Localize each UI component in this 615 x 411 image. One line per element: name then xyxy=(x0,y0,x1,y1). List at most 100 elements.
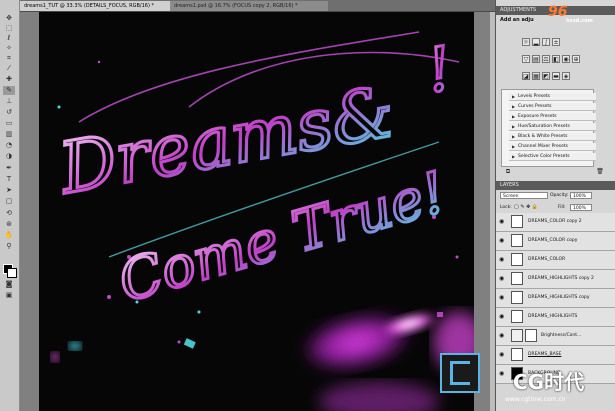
gradient-tool-icon[interactable]: ▥ xyxy=(3,130,15,139)
cgtime-logo-icon xyxy=(440,353,480,393)
visibility-eye-icon[interactable]: ◉ xyxy=(499,351,506,358)
preset-levels[interactable]: ▶ Levels Presets xyxy=(509,93,596,101)
layer-row[interactable]: ◉ DREAMS_COLOR copy xyxy=(496,232,615,251)
layers-panel-header[interactable]: LAYERS xyxy=(496,181,615,190)
marquee-tool-icon[interactable]: ⬚ xyxy=(3,24,15,33)
layer-name: DREAMS_HIGHLIGHTS xyxy=(528,314,578,319)
hue-saturation-icon[interactable]: ▤ xyxy=(532,55,540,63)
clone-stamp-tool-icon[interactable]: ⊥ xyxy=(3,97,15,106)
black-white-icon[interactable]: ◧ xyxy=(552,55,560,63)
eyedropper-tool-icon[interactable]: ⁄ xyxy=(3,64,15,73)
layer-row[interactable]: ◉ DREAMS_COLOR xyxy=(496,251,615,270)
visibility-eye-icon[interactable]: ◉ xyxy=(499,370,506,377)
shape-tool-icon[interactable]: ▢ xyxy=(3,197,15,206)
visibility-eye-icon[interactable]: ◉ xyxy=(499,275,506,282)
background-color-swatch[interactable] xyxy=(7,268,17,278)
photo-filter-icon[interactable]: ◉ xyxy=(562,55,570,63)
layer-mask-thumbnail xyxy=(525,329,537,342)
levels-icon[interactable]: ▂ xyxy=(532,38,540,46)
lock-label: Lock: xyxy=(500,205,512,210)
tab-dreams1-psd[interactable]: dreams1.psd @ 16.7% (FOCUS copy 2, RGB/1… xyxy=(170,1,328,11)
visibility-eye-icon[interactable]: ◉ xyxy=(499,294,506,301)
3d-orbit-tool-icon[interactable]: ⊛ xyxy=(3,220,15,229)
visibility-eye-icon[interactable]: ◉ xyxy=(499,237,506,244)
layer-row[interactable]: ◉ DREAMS_HIGHLIGHTS copy xyxy=(496,289,615,308)
tab-dreams1-tut[interactable]: dreams1_TUT @ 33.3% (DETAILS_FOCUS, RGB/… xyxy=(20,1,176,11)
3d-rotate-tool-icon[interactable]: ⟲ xyxy=(3,209,15,218)
pen-tool-icon[interactable]: ✒ xyxy=(3,164,15,173)
lock-icons[interactable]: ▢ ✎ ✥ 🔒 xyxy=(514,204,538,211)
preset-channel-mixer[interactable]: ▶ Channel Mixer Presets xyxy=(509,143,596,151)
right-panel-dock: ADJUSTMENTS Add an adju ☼ ▂ ∫ ± ▽ ▤ ⚖ ◧ … xyxy=(495,0,615,411)
expand-triangle-icon: ▶ xyxy=(512,114,516,119)
move-tool-icon[interactable]: ✥ xyxy=(3,14,15,23)
layer-row[interactable]: ◉ DREAMS_BASE xyxy=(496,346,615,365)
layer-row[interactable]: ◉ DREAMS_COLOR copy 2 xyxy=(496,213,615,232)
visibility-eye-icon[interactable]: ◉ xyxy=(499,218,506,225)
watermark-top-sub: hxsd.com xyxy=(566,18,593,24)
screen-mode-icon[interactable]: ▣ xyxy=(3,291,15,300)
visibility-eye-icon[interactable]: ◉ xyxy=(499,313,506,320)
layer-name: DREAMS_COLOR copy xyxy=(528,238,578,243)
quick-mask-icon[interactable]: ◙ xyxy=(3,280,15,289)
hand-tool-icon[interactable]: ✋ xyxy=(3,231,15,240)
layer-row[interactable]: ◉ Brightness/Cont... xyxy=(496,327,615,346)
layer-name: DREAMS_HIGHLIGHTS copy 2 xyxy=(528,276,594,281)
gradient-map-icon[interactable]: ▬ xyxy=(552,72,560,80)
layer-thumbnail xyxy=(511,234,523,247)
expand-triangle-icon: ▶ xyxy=(512,154,516,159)
selective-color-icon[interactable]: ◈ xyxy=(562,72,570,80)
eraser-tool-icon[interactable]: ▭ xyxy=(3,119,15,128)
brush-tool-icon[interactable]: ✎ xyxy=(3,86,15,95)
expand-triangle-icon: ▶ xyxy=(512,124,516,129)
crop-tool-icon[interactable]: ⌗ xyxy=(3,54,15,63)
blur-tool-icon[interactable]: ◔ xyxy=(3,141,15,150)
layer-row[interactable]: ◉ DREAMS_HIGHLIGHTS copy 2 xyxy=(496,270,615,289)
preset-black-white[interactable]: ▶ Black & White Presets xyxy=(509,133,596,141)
layer-name: Brightness/Cont... xyxy=(541,333,582,338)
layer-row[interactable]: ◉ DREAMS_HIGHLIGHTS xyxy=(496,308,615,327)
brightness-contrast-icon[interactable]: ☼ xyxy=(522,38,530,46)
dodge-tool-icon[interactable]: ◑ xyxy=(3,152,15,161)
visibility-eye-icon[interactable]: ◉ xyxy=(499,256,506,263)
expand-triangle-icon: ▶ xyxy=(512,94,516,99)
type-tool-icon[interactable]: T xyxy=(3,175,15,184)
layer-name: DREAMS_HIGHLIGHTS copy xyxy=(528,295,590,300)
layer-thumbnail xyxy=(511,291,523,304)
visibility-eye-icon[interactable]: ◉ xyxy=(499,332,506,339)
threshold-icon[interactable]: ◩ xyxy=(542,72,550,80)
layer-name: DREAMS_COLOR xyxy=(528,257,566,262)
artwork-text-exclaim: ! xyxy=(421,34,457,107)
expand-triangle-icon: ▶ xyxy=(512,104,516,109)
preset-selective-color[interactable]: ▶ Selective Color Presets xyxy=(509,153,596,161)
layer-thumbnail xyxy=(511,215,523,228)
posterize-icon[interactable]: ▦ xyxy=(532,72,540,80)
history-brush-tool-icon[interactable]: ↺ xyxy=(3,108,15,117)
path-selection-tool-icon[interactable]: ➤ xyxy=(3,186,15,195)
preset-hue-saturation[interactable]: ▶ Hue/Saturation Presets xyxy=(509,123,596,131)
adjustments-subtitle: Add an adju xyxy=(500,17,534,23)
preset-curves[interactable]: ▶ Curves Presets xyxy=(509,103,596,111)
opacity-input[interactable]: 100% xyxy=(570,192,592,199)
curves-icon[interactable]: ∫ xyxy=(542,38,550,46)
channel-mixer-icon[interactable]: ⊕ xyxy=(572,55,580,63)
tools-panel: ✥ ⬚ ℓ ✧ ⌗ ⁄ ✚ ✎ ⊥ ↺ ▭ ▥ ◔ ◑ ✒ T ➤ ▢ ⟲ ⊛ … xyxy=(0,0,20,411)
color-balance-icon[interactable]: ⚖ xyxy=(542,55,550,63)
lasso-tool-icon[interactable]: ℓ xyxy=(3,34,15,43)
invert-icon[interactable]: ◪ xyxy=(522,72,530,80)
layer-thumbnail xyxy=(511,310,523,323)
layer-thumbnail xyxy=(511,348,523,361)
layer-thumbnail xyxy=(511,272,523,285)
zoom-tool-icon[interactable]: ⚲ xyxy=(3,242,15,251)
document-canvas[interactable]: Dreams& ! Come True! xyxy=(39,12,474,411)
layer-name: DREAMS_COLOR copy 2 xyxy=(528,219,582,224)
panel-footer-trash-icon[interactable]: 🗑 xyxy=(596,168,604,176)
vibrance-icon[interactable]: ▽ xyxy=(522,55,530,63)
preset-exposure[interactable]: ▶ Exposure Presets xyxy=(509,113,596,121)
panel-footer-icon[interactable]: ⧉ xyxy=(504,168,512,176)
fill-input[interactable]: 100% xyxy=(570,204,592,211)
magic-wand-tool-icon[interactable]: ✧ xyxy=(3,44,15,53)
exposure-icon[interactable]: ± xyxy=(552,38,560,46)
healing-brush-tool-icon[interactable]: ✚ xyxy=(3,75,15,84)
blend-mode-select[interactable]: Screen xyxy=(500,192,548,199)
